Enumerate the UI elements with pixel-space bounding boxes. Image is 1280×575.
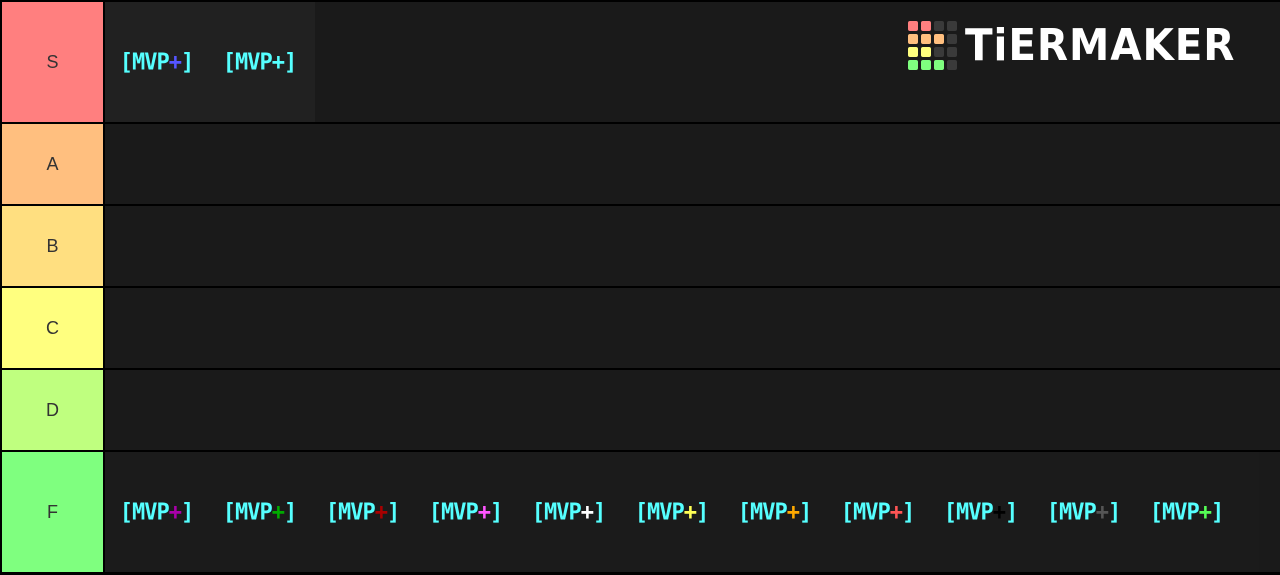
logo-grid-cell [908, 34, 919, 44]
rank-open: [MVP [737, 498, 788, 526]
f-rank-item[interactable]: [MVP +] [723, 449, 826, 575]
rank-plus: + [992, 498, 1006, 526]
f-rank-item[interactable]: [MVP +] [311, 449, 414, 575]
tier-row-f: F [MVP +] [MVP +] [MVP +] [MVP +] [MVP +] [MVP +] [M… [0, 452, 1280, 572]
f-rank-item[interactable]: [MVP +] [929, 449, 1032, 575]
tier-label-f[interactable]: F [2, 452, 103, 572]
f-rank-item[interactable]: [MVP +] [1032, 449, 1135, 575]
rank-plus: + [786, 498, 800, 526]
f-rank-item[interactable]: [MVP +] [105, 449, 208, 575]
tier-label-s[interactable]: S [2, 2, 103, 122]
rank-plus: + [271, 498, 285, 526]
tier-list: S [MVP +] [MVP +] A B C D F [MVP +] [MVP +] [MV… [0, 0, 1280, 574]
rank-plus: + [889, 498, 903, 526]
rank-plus: + [168, 48, 182, 76]
tier-row-d: D [0, 370, 1280, 450]
rank-open: [MVP [222, 498, 273, 526]
rank-close: ] [1210, 498, 1224, 526]
s-rank-item[interactable]: [MVP +] [208, 0, 311, 125]
tier-items-d[interactable] [105, 370, 1280, 450]
logo-grid-cell [934, 21, 945, 31]
rank-open: [MVP [840, 498, 891, 526]
f-item-group: [MVP +] [MVP +] [MVP +] [MVP +] [MVP +] [MVP +] [MVP… [105, 452, 1259, 572]
tier-items-a[interactable] [105, 124, 1280, 204]
rank-plus: + [683, 498, 697, 526]
rank-open: [MVP [1149, 498, 1200, 526]
rank-close: ] [1004, 498, 1018, 526]
logo-grid-cell [921, 21, 932, 31]
rank-open: [MVP [1046, 498, 1097, 526]
rank-plus: + [580, 498, 594, 526]
rank-plus: + [477, 498, 491, 526]
logo-grid-icon [908, 21, 958, 70]
rank-plus: + [374, 498, 388, 526]
f-rank-item[interactable]: [MVP +] [1135, 449, 1238, 575]
tier-items-b[interactable] [105, 206, 1280, 286]
rank-open: [MVP [222, 48, 273, 76]
rank-open: [MVP [325, 498, 376, 526]
tier-label-a[interactable]: A [2, 124, 103, 204]
logo-grid-cell [947, 34, 958, 44]
tier-items-c[interactable] [105, 288, 1280, 368]
rank-open: [MVP [428, 498, 479, 526]
logo-grid-cell [947, 47, 958, 57]
rank-close: ] [1107, 498, 1121, 526]
tier-items-f[interactable]: [MVP +] [MVP +] [MVP +] [MVP +] [MVP +] [MVP +] [MVP… [105, 452, 1280, 572]
rank-close: ] [180, 498, 194, 526]
rank-close: ] [695, 498, 709, 526]
rank-close: ] [283, 498, 297, 526]
rank-close: ] [592, 498, 606, 526]
rank-close: ] [283, 48, 297, 76]
logo-grid-cell [947, 21, 958, 31]
logo-grid-cell [947, 60, 958, 70]
rank-close: ] [180, 48, 194, 76]
f-rank-item[interactable]: [MVP +] [620, 449, 723, 575]
rank-plus: + [271, 48, 285, 76]
rank-close: ] [386, 498, 400, 526]
logo-grid-cell [908, 47, 919, 57]
rank-open: [MVP [119, 498, 170, 526]
logo-grid-cell [921, 34, 932, 44]
rank-plus: + [168, 498, 182, 526]
s-item-group: [MVP +] [MVP +] [105, 2, 315, 122]
rank-close: ] [798, 498, 812, 526]
logo-grid-cell [921, 60, 932, 70]
tier-label-b[interactable]: B [2, 206, 103, 286]
rank-plus: + [1198, 498, 1212, 526]
logo-text: TiERMAKER [965, 20, 1236, 71]
f-rank-item[interactable]: [MVP +] [517, 449, 620, 575]
rank-open: [MVP [531, 498, 582, 526]
logo-grid-cell [908, 60, 919, 70]
tier-row-a: A [0, 124, 1280, 204]
rank-open: [MVP [943, 498, 994, 526]
f-rank-item[interactable]: [MVP +] [414, 449, 517, 575]
tier-row-b: B [0, 206, 1280, 286]
logo-grid-cell [934, 60, 945, 70]
rank-plus: + [1095, 498, 1109, 526]
rank-close: ] [901, 498, 915, 526]
s-rank-item[interactable]: [MVP +] [105, 0, 208, 125]
logo-grid-cell [921, 47, 932, 57]
rank-open: [MVP [634, 498, 685, 526]
logo-grid-cell [934, 34, 945, 44]
f-rank-item[interactable]: [MVP +] [826, 449, 929, 575]
tiermaker-logo: TiERMAKER [908, 20, 1259, 71]
f-rank-item[interactable]: [MVP +] [208, 449, 311, 575]
logo-grid-cell [934, 47, 945, 57]
tier-label-d[interactable]: D [2, 370, 103, 450]
tier-row-c: C [0, 288, 1280, 368]
rank-open: [MVP [119, 48, 170, 76]
logo-grid-cell [908, 21, 919, 31]
tier-label-c[interactable]: C [2, 288, 103, 368]
rank-close: ] [489, 498, 503, 526]
